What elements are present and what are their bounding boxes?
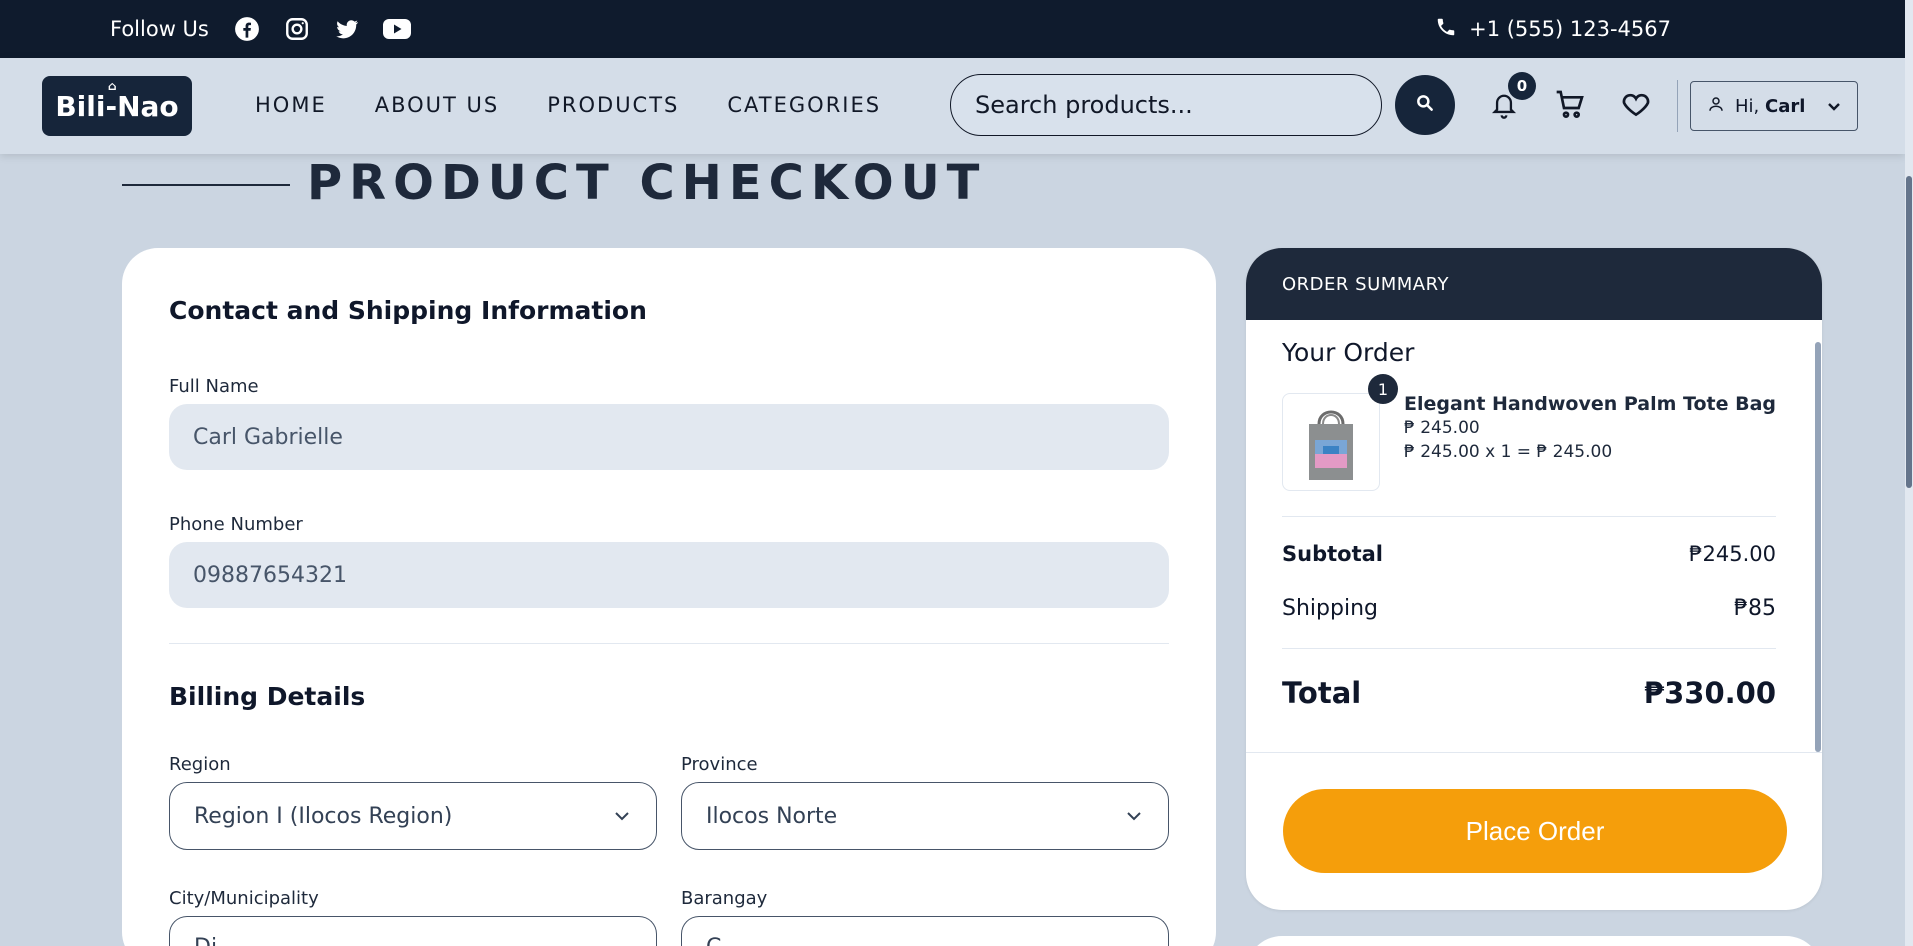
contact-phone: +1 (555) 123-4567 xyxy=(1435,16,1671,43)
province-label: Province xyxy=(681,754,758,775)
order-summary-header: ORDER SUMMARY xyxy=(1246,248,1822,320)
title-decoration-line xyxy=(122,184,290,186)
subtotal-label: Subtotal xyxy=(1282,542,1383,566)
main-navbar: ⌂ Bili-Nao HOME ABOUT US PRODUCTS CATEGO… xyxy=(0,58,1905,154)
city-value: Di... xyxy=(194,935,238,946)
product-line-total: ₱ 245.00 x 1 = ₱ 245.00 xyxy=(1404,442,1613,462)
nav-link-categories[interactable]: CATEGORIES xyxy=(727,93,881,117)
checkout-form-card: Contact and Shipping Information Full Na… xyxy=(122,248,1216,946)
phone-number-field[interactable]: 09887654321 xyxy=(169,542,1169,608)
full-name-label: Full Name xyxy=(169,376,259,397)
phone-number-label: Phone Number xyxy=(169,514,303,535)
page-title: PRODUCT CHECKOUT xyxy=(307,155,987,211)
user-menu-button[interactable]: Hi, Carl xyxy=(1690,81,1858,131)
billing-section-heading: Billing Details xyxy=(169,682,366,711)
chevron-down-icon xyxy=(1124,806,1144,826)
quantity-badge: 1 xyxy=(1368,374,1398,404)
subtotal-row: Subtotal ₱245.00 xyxy=(1282,542,1776,566)
full-name-field[interactable]: Carl Gabrielle xyxy=(169,404,1169,470)
chevron-down-icon xyxy=(612,806,632,826)
total-value: ₱330.00 xyxy=(1643,676,1776,710)
facebook-icon[interactable] xyxy=(233,15,261,43)
twitter-icon[interactable] xyxy=(333,15,361,43)
phone-number[interactable]: +1 (555) 123-4567 xyxy=(1469,17,1671,41)
heart-icon[interactable] xyxy=(1620,88,1654,122)
region-select[interactable]: Region I (Ilocos Region) xyxy=(169,782,657,850)
your-order-heading: Your Order xyxy=(1282,338,1415,367)
barangay-select[interactable]: C... xyxy=(681,916,1169,946)
product-name[interactable]: Elegant Handwoven Palm Tote Bag xyxy=(1404,393,1776,415)
user-icon xyxy=(1707,95,1725,118)
product-thumbnail[interactable] xyxy=(1282,393,1380,491)
user-greeting: Hi, Carl xyxy=(1735,95,1806,117)
order-summary-card: ORDER SUMMARY Your Order 1 Elegant Handw… xyxy=(1246,248,1822,910)
city-label: City/Municipality xyxy=(169,888,319,909)
city-select[interactable]: Di... xyxy=(169,916,657,946)
nav-link-products[interactable]: PRODUCTS xyxy=(547,93,679,117)
tote-bag-image xyxy=(1309,410,1353,480)
contact-section-heading: Contact and Shipping Information xyxy=(169,296,647,325)
shipping-label: Shipping xyxy=(1282,596,1378,621)
logo-text: Bili-Nao xyxy=(55,89,179,123)
nav-link-about-us[interactable]: ABOUT US xyxy=(375,93,500,117)
shipping-row: Shipping ₱85 xyxy=(1282,596,1776,621)
search-button[interactable] xyxy=(1395,75,1455,135)
youtube-icon[interactable] xyxy=(382,15,411,43)
total-row: Total ₱330.00 xyxy=(1282,676,1776,710)
search-bar xyxy=(950,74,1382,136)
chevron-down-icon xyxy=(1827,96,1841,117)
search-icon xyxy=(1415,93,1435,117)
region-value: Region I (Ilocos Region) xyxy=(194,803,453,829)
total-label: Total xyxy=(1282,676,1362,710)
instagram-icon[interactable] xyxy=(283,15,311,43)
nav-divider xyxy=(1677,80,1678,132)
page-scrollbar[interactable] xyxy=(1905,0,1913,946)
next-card-peek xyxy=(1246,936,1822,946)
notification-badge: 0 xyxy=(1508,72,1536,100)
site-logo[interactable]: ⌂ Bili-Nao xyxy=(42,76,192,136)
social-links xyxy=(233,15,411,43)
search-input[interactable] xyxy=(975,91,1357,119)
shipping-value: ₱85 xyxy=(1734,596,1776,621)
section-divider xyxy=(169,643,1169,644)
summary-divider xyxy=(1282,648,1776,649)
page-scrollbar-thumb[interactable] xyxy=(1906,176,1912,488)
product-price: ₱ 245.00 xyxy=(1404,418,1480,438)
summary-footer-divider xyxy=(1246,752,1822,753)
logo-hut-icon: ⌂ xyxy=(108,79,117,93)
province-value: Ilocos Norte xyxy=(706,803,838,829)
order-summary-scrollbar[interactable] xyxy=(1815,342,1821,752)
barangay-label: Barangay xyxy=(681,888,768,909)
nav-link-home[interactable]: HOME xyxy=(255,93,327,117)
phone-icon xyxy=(1435,16,1457,43)
top-bar: Follow Us +1 (555) 123-4567 xyxy=(0,0,1905,58)
province-select[interactable]: Ilocos Norte xyxy=(681,782,1169,850)
barangay-value: C... xyxy=(706,935,742,946)
cart-icon[interactable] xyxy=(1554,88,1588,122)
nav-links: HOME ABOUT US PRODUCTS CATEGORIES xyxy=(255,93,881,117)
place-order-button[interactable]: Place Order xyxy=(1283,789,1787,873)
follow-us-label: Follow Us xyxy=(110,17,209,41)
region-label: Region xyxy=(169,754,231,775)
summary-divider xyxy=(1282,516,1776,517)
subtotal-value: ₱245.00 xyxy=(1689,542,1776,566)
